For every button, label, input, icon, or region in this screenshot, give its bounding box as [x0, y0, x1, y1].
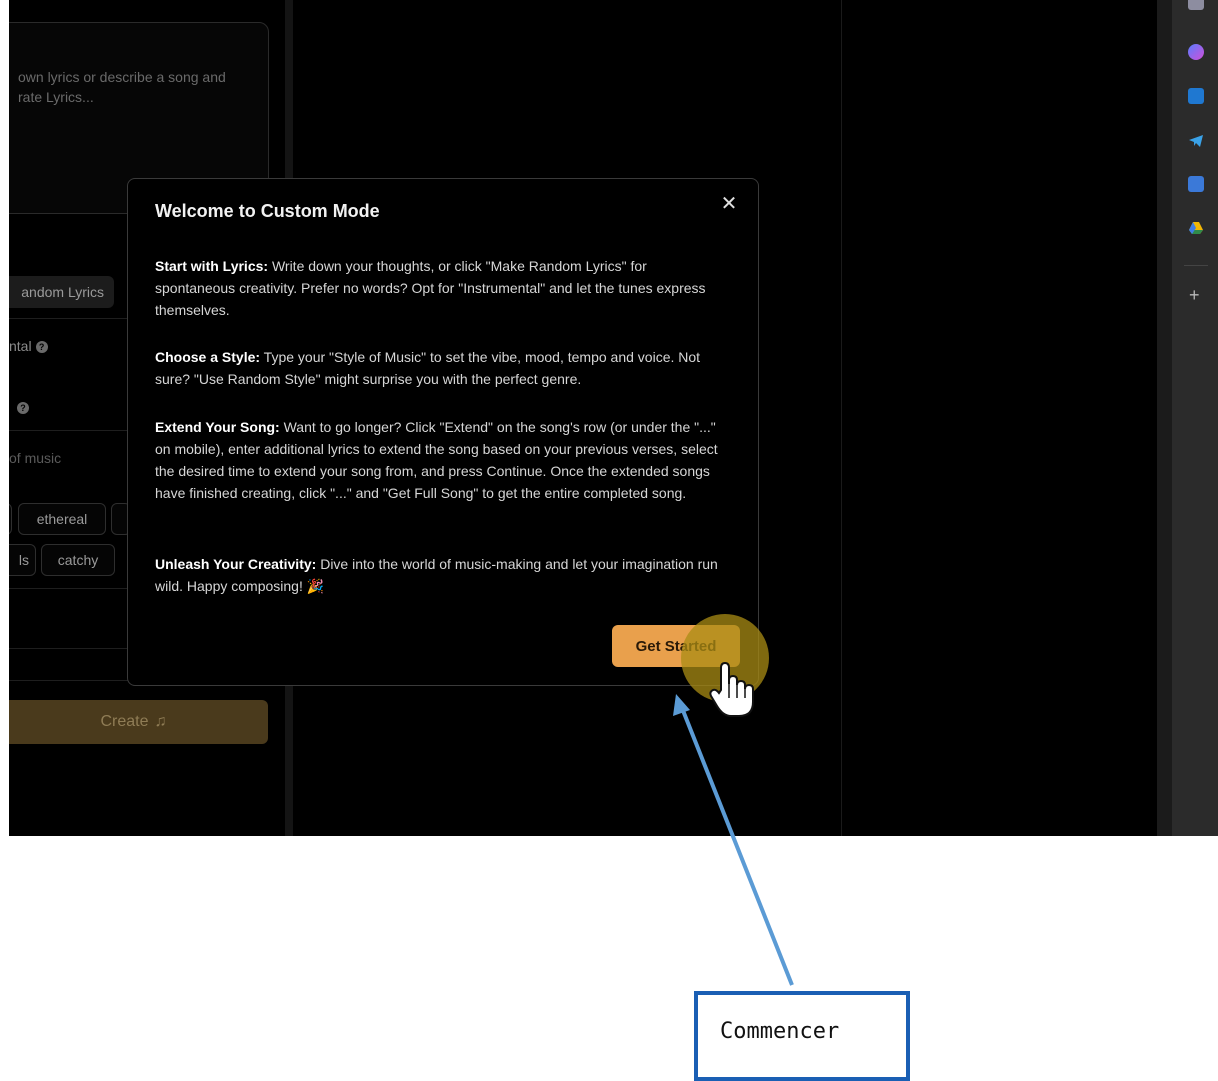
section-heading: Extend Your Song: [155, 419, 280, 435]
style-chip-catchy[interactable]: catchy [41, 544, 115, 576]
section-heading: Choose a Style: [155, 349, 261, 365]
style-chip-ethereal[interactable]: ethereal [18, 503, 106, 535]
add-icon[interactable]: + [1189, 286, 1200, 304]
close-icon[interactable]: ✕ [718, 193, 740, 215]
profile-icon[interactable] [1188, 0, 1204, 10]
browser-sidebar: + [1172, 0, 1218, 836]
section-choose-a-style: Choose a Style: Type your "Style of Musi… [155, 346, 723, 390]
section-unleash-your-creativity: Unleash Your Creativity: Dive into the w… [155, 553, 723, 597]
style-chip[interactable]: ls [9, 544, 36, 576]
translate-icon[interactable] [1188, 176, 1204, 192]
section-start-with-lyrics: Start with Lyrics: Write down your thoug… [155, 255, 723, 321]
panel-divider [841, 0, 842, 836]
style-chip[interactable] [9, 503, 12, 535]
section-heading: Unleash Your Creativity: [155, 556, 317, 572]
lyrics-placeholder: own lyrics or describe a song and rate L… [18, 69, 226, 105]
outlook-icon[interactable] [1188, 88, 1204, 104]
copilot-icon[interactable] [1188, 44, 1204, 60]
help-icon[interactable]: ? [35, 341, 48, 354]
hand-cursor-icon [709, 661, 754, 717]
annotation-label: Commencer [720, 1019, 840, 1044]
scrollbar[interactable] [1157, 0, 1172, 836]
music-note-icon: ♫ [154, 713, 167, 730]
make-random-lyrics-button[interactable]: andom Lyrics [9, 276, 114, 308]
instrumental-toggle-label[interactable]: ntal? [9, 338, 48, 354]
create-button[interactable]: Create ♫ [9, 700, 268, 744]
create-label: Create [100, 713, 149, 730]
help-icon[interactable]: ? [17, 402, 29, 414]
drive-icon[interactable] [1188, 220, 1204, 236]
style-of-music-input[interactable]: of music [9, 450, 61, 466]
app-screen: own lyrics or describe a song and rate L… [9, 0, 1218, 836]
section-heading: Start with Lyrics: [155, 258, 269, 274]
annotation-callout: Commencer [694, 991, 910, 1081]
custom-mode-dialog: Welcome to Custom Mode ✕ Start with Lyri… [127, 178, 759, 686]
divider [1184, 265, 1208, 266]
telegram-icon[interactable] [1188, 133, 1204, 149]
section-extend-your-song: Extend Your Song: Want to go longer? Cli… [155, 416, 723, 504]
instrumental-label-text: ntal [9, 338, 32, 354]
dialog-title: Welcome to Custom Mode [155, 201, 380, 221]
